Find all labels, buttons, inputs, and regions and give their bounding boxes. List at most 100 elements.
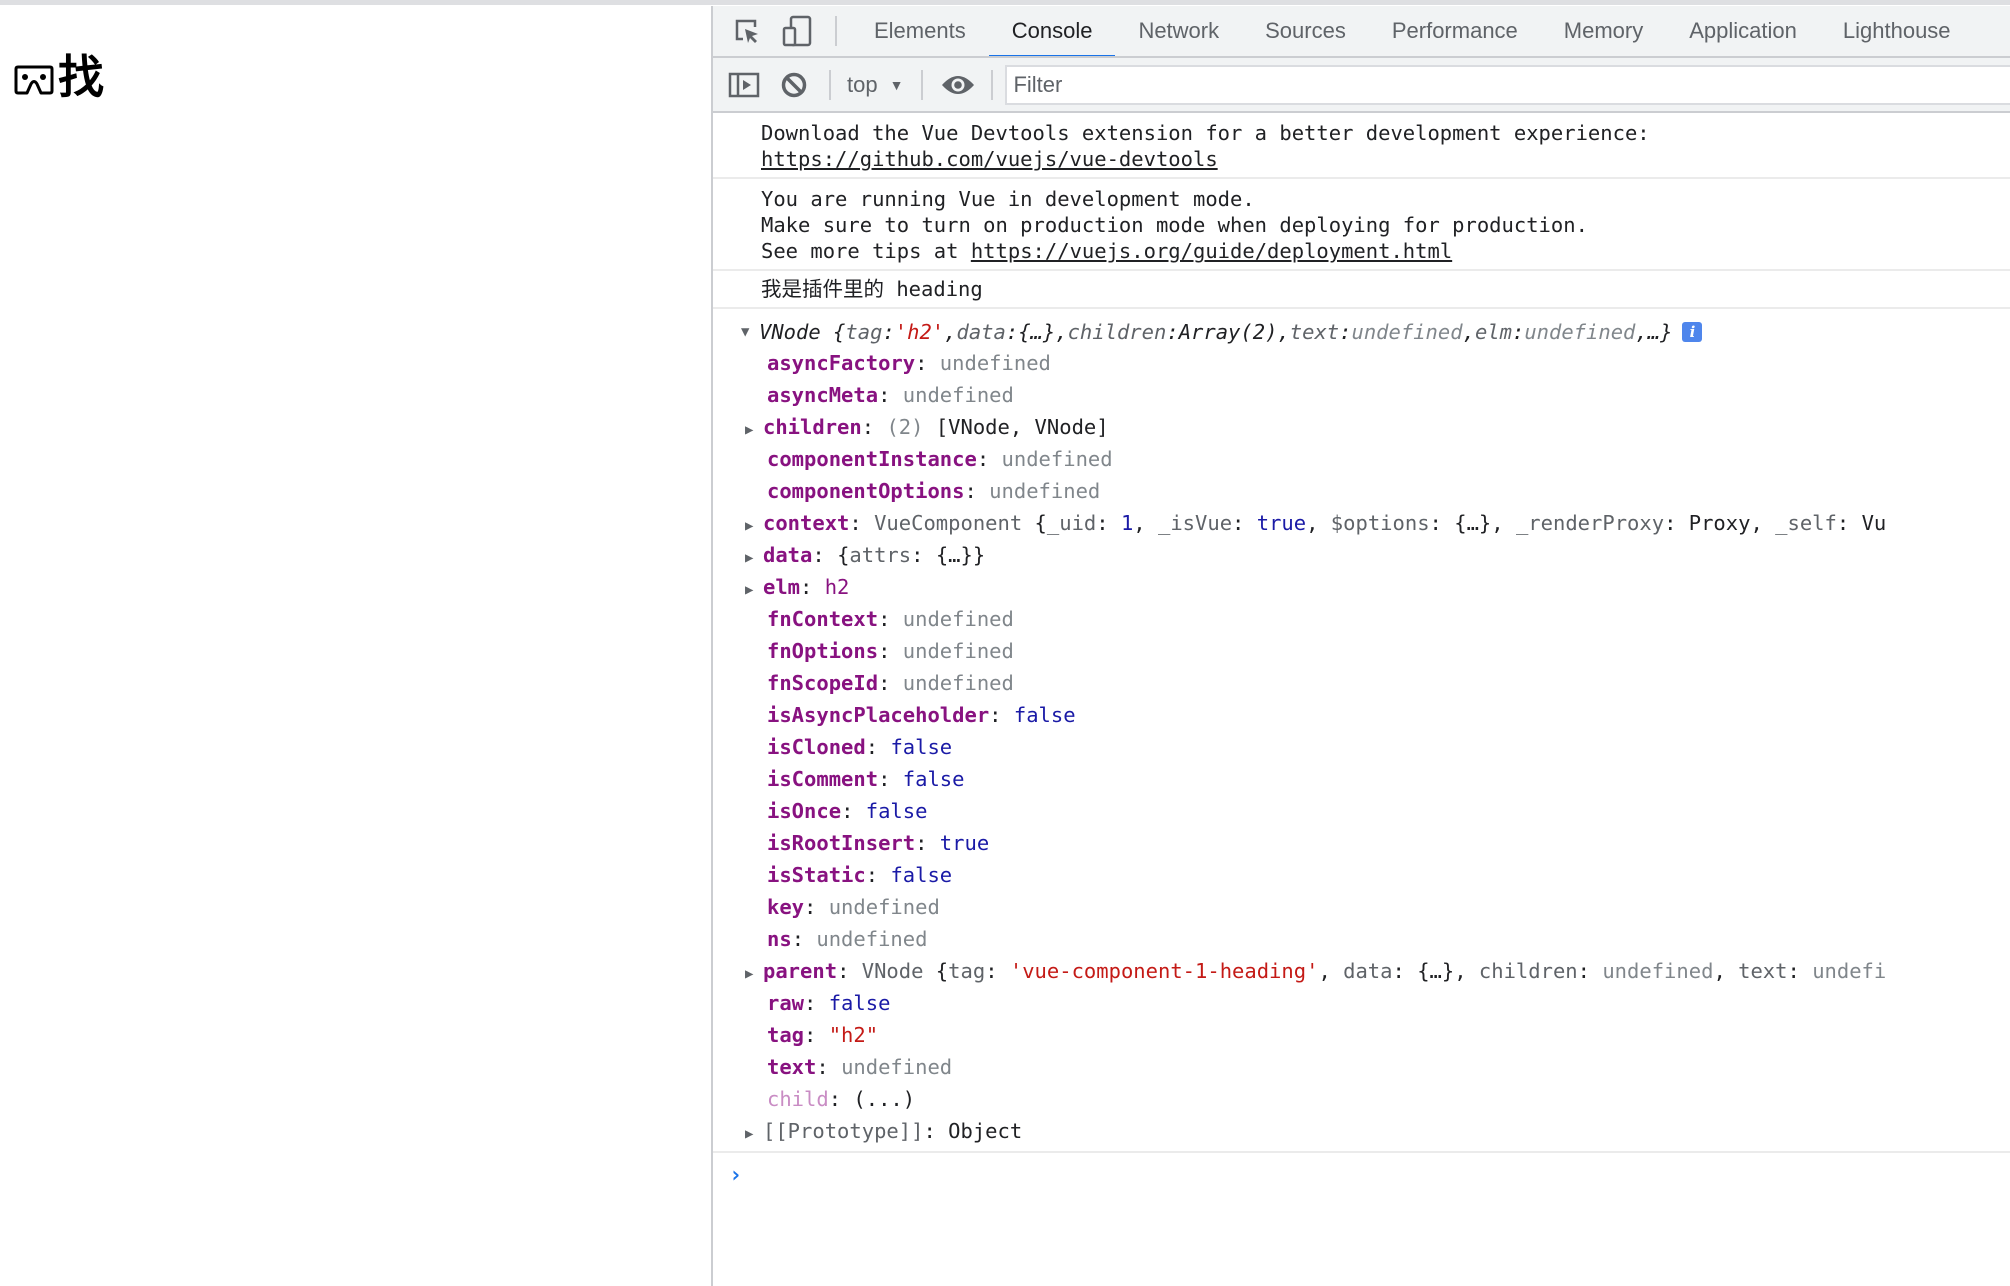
expand-triangle-icon[interactable]: ▶	[745, 542, 763, 574]
message-text: 我是插件里的 heading	[761, 277, 983, 301]
prop-key: fnContext	[767, 607, 879, 631]
tab-sources[interactable]: Sources	[1242, 6, 1369, 56]
prop-value: h2	[824, 575, 850, 599]
console-prompt[interactable]: ›	[713, 1153, 2010, 1203]
context-selector-value: top	[847, 71, 878, 97]
prop-data[interactable]: ▶ data: {attrs: {…}}	[741, 539, 2010, 571]
preview-value: undefined	[1351, 320, 1463, 344]
preview-key: _renderProxy	[1515, 511, 1665, 535]
prop-value: undefined	[1001, 447, 1113, 471]
preview-value: {…}	[1018, 320, 1056, 344]
prop-elm[interactable]: ▶ elm: h2	[741, 571, 2010, 603]
tab-console[interactable]: Console	[988, 6, 1116, 56]
preview-value: {…}	[1454, 511, 1492, 535]
prop-key: tag	[767, 1023, 805, 1047]
inspect-element-icon	[735, 19, 758, 43]
prop-value: false	[828, 991, 891, 1015]
preview-value: Proxy	[1688, 511, 1751, 535]
prop-key: isRootInsert	[767, 831, 916, 855]
prop-key: isCloned	[767, 735, 866, 759]
prop-key: asyncMeta	[767, 383, 879, 407]
prop-key: componentOptions	[767, 479, 965, 503]
collapse-triangle-icon[interactable]: ▼	[741, 317, 759, 347]
preview-value: undefi	[1812, 959, 1887, 983]
prop-isOnce: isOnce: false	[767, 799, 928, 823]
show-sidebar-button[interactable]	[727, 68, 761, 102]
prop-value: undefined	[816, 927, 928, 951]
punct: ,	[1055, 320, 1068, 344]
punct: :	[1339, 320, 1352, 344]
prop-raw: raw: false	[767, 991, 891, 1015]
message-text: Download the Vue Devtools extension for …	[761, 121, 1650, 145]
tab-network[interactable]: Network	[1115, 6, 1242, 56]
prop-componentOptions: componentOptions: undefined	[767, 479, 1101, 503]
dropdown-caret-icon: ▼	[889, 76, 904, 93]
message-text: Make sure to turn on production mode whe…	[761, 213, 1588, 237]
prop-key: fnOptions	[767, 639, 879, 663]
inspect-element-button[interactable]	[731, 15, 763, 47]
tab-performance[interactable]: Performance	[1369, 6, 1541, 56]
prop-value: undefined	[939, 351, 1051, 375]
prop-context[interactable]: ▶ context: VueComponent {_uid: 1, _isVue:…	[741, 507, 2010, 539]
info-icon[interactable]: i	[1682, 322, 1703, 342]
vnode-header[interactable]: ▼ VNode {tag: 'h2', data: {…}, children:…	[741, 317, 2010, 347]
clear-console-button[interactable]	[777, 68, 811, 102]
prop-isStatic: isStatic: false	[767, 863, 953, 887]
prop-key: isStatic	[767, 863, 866, 887]
prop-key: isAsyncPlaceholder	[767, 703, 990, 727]
message-text: You are running Vue in development mode.	[761, 187, 1255, 211]
prop-value: undefined	[989, 479, 1101, 503]
console-filter-input[interactable]	[1005, 64, 2010, 105]
expand-triangle-icon[interactable]: ▶	[745, 414, 763, 446]
prop-prototype[interactable]: ▶ [[Prototype]]: Object	[741, 1115, 2010, 1147]
prop-key: elm	[763, 575, 801, 599]
live-expression-button[interactable]	[941, 68, 975, 102]
prop-value: undefined	[902, 383, 1014, 407]
prop-ns: ns: undefined	[767, 927, 928, 951]
preview-key: $options	[1330, 511, 1430, 535]
toolbar-separator	[991, 69, 994, 100]
prop-value: undefined	[841, 1055, 953, 1079]
preview-text: {	[820, 320, 846, 344]
prop-parent[interactable]: ▶ parent: VNode {tag: 'vue-component-1-he…	[741, 955, 2010, 987]
preview-value: 'h2'	[894, 320, 945, 344]
preview-value: {…}	[1417, 959, 1455, 983]
vue-deployment-link[interactable]: https://vuejs.org/guide/deployment.html	[971, 239, 1452, 263]
vue-devtools-link[interactable]: https://github.com/vuejs/vue-devtools	[761, 147, 1218, 171]
preview-value: Vu	[1861, 511, 1887, 535]
console-message: 我是插件里的 heading	[713, 271, 2010, 309]
expand-triangle-icon[interactable]: ▶	[745, 510, 763, 542]
preview-key: data	[1343, 959, 1393, 983]
prop-children[interactable]: ▶ children: (2) [VNode, VNode]	[741, 411, 2010, 443]
prop-key: key	[767, 895, 805, 919]
invoke-getter[interactable]: (...)	[853, 1087, 915, 1111]
device-toolbar-button[interactable]	[781, 15, 813, 47]
prop-class: VNode	[861, 959, 924, 983]
prop-value: false	[890, 863, 953, 887]
prop-child-getter[interactable]: child: (...)	[741, 1083, 2010, 1115]
preview-more: …}	[1647, 320, 1673, 344]
prop-isAsyncPlaceholder: isAsyncPlaceholder: false	[767, 703, 1076, 727]
toolbar-separator	[921, 69, 924, 100]
expand-triangle-icon[interactable]: ▶	[745, 574, 763, 606]
prop-value: Object	[948, 1119, 1023, 1143]
expand-triangle-icon[interactable]: ▶	[745, 1118, 763, 1150]
preview-key: _uid	[1046, 511, 1097, 535]
context-selector[interactable]: top ▼	[847, 72, 903, 98]
prop-key: isOnce	[767, 799, 842, 823]
tab-elements[interactable]: Elements	[851, 6, 989, 56]
punct: {	[837, 543, 850, 567]
prop-key: ns	[767, 927, 792, 951]
preview-key: text	[1738, 959, 1788, 983]
prop-key: [[Prototype]]	[763, 1119, 924, 1143]
tab-memory[interactable]: Memory	[1541, 6, 1666, 56]
expand-triangle-icon[interactable]: ▶	[745, 958, 763, 990]
prop-key: parent	[763, 959, 838, 983]
tab-application[interactable]: Application	[1666, 6, 1820, 56]
prop-componentInstance: componentInstance: undefined	[767, 447, 1113, 471]
preview-key: text	[1289, 320, 1340, 344]
tab-lighthouse[interactable]: Lighthouse	[1820, 6, 1974, 56]
prop-asyncMeta: asyncMeta: undefined	[767, 383, 1014, 407]
prop-key: data	[763, 543, 813, 567]
prop-key: key: undefined	[767, 895, 940, 919]
